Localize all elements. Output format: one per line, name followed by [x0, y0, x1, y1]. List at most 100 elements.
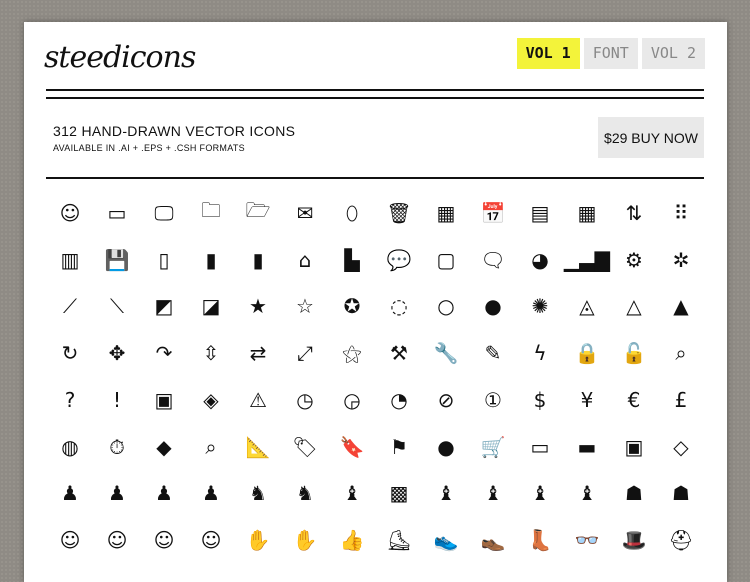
face-woman-icon[interactable]: ☺ [48, 518, 92, 562]
gear-icon[interactable]: ⚙ [612, 238, 656, 282]
terminal-icon[interactable]: ▣ [142, 378, 186, 422]
speech-bubble-icon[interactable]: ▢ [424, 238, 468, 282]
star-badge-icon[interactable]: ✪ [330, 284, 374, 328]
grid-dots-icon[interactable]: ⠿ [659, 191, 703, 235]
triangle-filled-icon[interactable]: ▲ [659, 284, 703, 328]
helmet-icon[interactable]: ⛑ [659, 518, 703, 562]
chart-down-icon[interactable]: ◪ [189, 284, 233, 328]
windows-icon[interactable]: ⚑ [377, 425, 421, 469]
lock-icon[interactable]: 🔒 [565, 331, 609, 375]
move-icon[interactable]: ✥ [95, 331, 139, 375]
user-hat-icon[interactable]: ♞ [236, 471, 280, 515]
user-add-icon[interactable]: ♝ [424, 471, 468, 515]
share-arrow-icon[interactable]: ↷ [142, 331, 186, 375]
user-silhouette-2-icon[interactable]: ♟ [95, 471, 139, 515]
burst-icon[interactable]: ✺ [518, 284, 562, 328]
user-plain-icon[interactable]: ♝ [565, 471, 609, 515]
prohibited-icon[interactable]: ⊘ [424, 378, 468, 422]
triangle-dashed-icon[interactable]: ◬ [565, 284, 609, 328]
hammer-icon[interactable]: ⚒ [377, 331, 421, 375]
credit-card-icon[interactable]: ▭ [518, 425, 562, 469]
site-logo[interactable]: steedicons [44, 40, 196, 75]
table-icon[interactable]: ▦ [565, 191, 609, 235]
tab-vol-1[interactable]: VOL 1 [516, 38, 580, 69]
battery-low-icon[interactable]: ▯ [142, 238, 186, 282]
exclamation-icon[interactable]: ! [95, 378, 139, 422]
battery-full-icon[interactable]: ▮ [236, 238, 280, 282]
hand-outline-icon[interactable]: ✋ [283, 518, 327, 562]
user-silhouette-1-icon[interactable]: ♟ [48, 471, 92, 515]
magic-wand-icon[interactable]: ⚝ [330, 331, 374, 375]
apple-icon[interactable]: ● [424, 425, 468, 469]
tag-icon[interactable]: 🏷 [283, 425, 327, 469]
window-icon[interactable]: ▭ [95, 191, 139, 235]
road-sign-icon[interactable]: ◆ [142, 425, 186, 469]
glasses-icon[interactable]: 👓 [565, 518, 609, 562]
buy-now-button[interactable]: $29 BUY NOW [598, 117, 704, 158]
triangle-outline-icon[interactable]: △ [612, 284, 656, 328]
face-man-icon[interactable]: ☺ [95, 518, 139, 562]
calendar-icon[interactable]: ▤ [518, 191, 562, 235]
pie-chart-icon[interactable]: ◕ [518, 238, 562, 282]
ledger-icon[interactable]: ▥ [48, 238, 92, 282]
open-folder-icon[interactable]: 🗁 [236, 191, 280, 235]
finder-icon[interactable]: ☺ [48, 191, 92, 235]
gauge-icon[interactable]: ◔ [377, 378, 421, 422]
code-icon[interactable]: ◈ [189, 378, 233, 422]
ruler-icon[interactable]: 📐 [236, 425, 280, 469]
warning-icon[interactable]: ⚠ [236, 378, 280, 422]
boot-icon[interactable]: 👢 [518, 518, 562, 562]
floppy-disk-icon[interactable]: 💾 [95, 238, 139, 282]
diamond-icon[interactable]: ◇ [659, 425, 703, 469]
clock-filled-icon[interactable]: ◶ [330, 378, 374, 422]
factory-icon[interactable]: ▙ [330, 238, 374, 282]
search-icon[interactable]: ⌕ [659, 331, 703, 375]
user-medic-icon[interactable]: ♝ [518, 471, 562, 515]
unlock-icon[interactable]: 🔓 [612, 331, 656, 375]
pound-icon[interactable]: £ [659, 378, 703, 422]
thumbs-up-icon[interactable]: 👍 [330, 518, 374, 562]
user-robot-icon[interactable]: ▩ [377, 471, 421, 515]
cash-icon[interactable]: ▣ [612, 425, 656, 469]
folder-icon[interactable]: 🗀 [189, 191, 233, 235]
user-suit-icon[interactable]: ♝ [330, 471, 374, 515]
sort-icon[interactable]: ⇅ [612, 191, 656, 235]
cog-outline-icon[interactable]: ✲ [659, 238, 703, 282]
calculator-icon[interactable]: ▦ [424, 191, 468, 235]
clock-icon[interactable]: ◷ [283, 378, 327, 422]
pencil-icon[interactable]: ✎ [471, 331, 515, 375]
hat-icon[interactable]: 🎩 [612, 518, 656, 562]
mail-icon[interactable]: ✉ [283, 191, 327, 235]
question-icon[interactable]: ? [48, 378, 92, 422]
mouse-icon[interactable]: ⬯ [330, 191, 374, 235]
user-icon[interactable]: ♝ [471, 471, 515, 515]
chart-up-icon[interactable]: ◩ [142, 284, 186, 328]
user-silhouette-4-icon[interactable]: ♟ [189, 471, 233, 515]
hand-raised-icon[interactable]: ✋ [236, 518, 280, 562]
bar-chart-icon[interactable]: ▁▃▇ [564, 238, 610, 282]
up-down-arrows-icon[interactable]: ⇳ [189, 331, 233, 375]
circle-filled-icon[interactable]: ● [471, 284, 515, 328]
star-filled-icon[interactable]: ★ [236, 284, 280, 328]
home-icon[interactable]: ⌂ [283, 238, 327, 282]
chrome-icon[interactable]: ◍ [48, 425, 92, 469]
comment-icon[interactable]: 🗨 [471, 238, 515, 282]
shopping-cart-icon[interactable]: 🛒 [471, 425, 515, 469]
circle-dashed-icon[interactable]: ◌ [377, 284, 421, 328]
chat-bubbles-icon[interactable]: 💬 [377, 238, 421, 282]
battery-half-icon[interactable]: ▮ [189, 238, 233, 282]
star-outline-icon[interactable]: ☆ [283, 284, 327, 328]
refresh-icon[interactable]: ↻ [48, 331, 92, 375]
banknote-icon[interactable]: ▬ [565, 425, 609, 469]
dollar-icon[interactable]: $ [518, 378, 562, 422]
face-bald-icon[interactable]: ☺ [189, 518, 233, 562]
stopwatch-icon[interactable]: ⏱ [95, 425, 139, 469]
bookmark-icon[interactable]: 🔖 [330, 425, 374, 469]
find-window-icon[interactable]: ⌕ [189, 425, 233, 469]
wrench-icon[interactable]: 🔧 [424, 331, 468, 375]
group-icon[interactable]: ☗ [612, 471, 656, 515]
trend-up-icon[interactable]: ⟋ [48, 284, 92, 328]
expand-icon[interactable]: ⤢ [283, 331, 327, 375]
retweet-icon[interactable]: ⇄ [236, 331, 280, 375]
number-one-icon[interactable]: ① [471, 378, 515, 422]
